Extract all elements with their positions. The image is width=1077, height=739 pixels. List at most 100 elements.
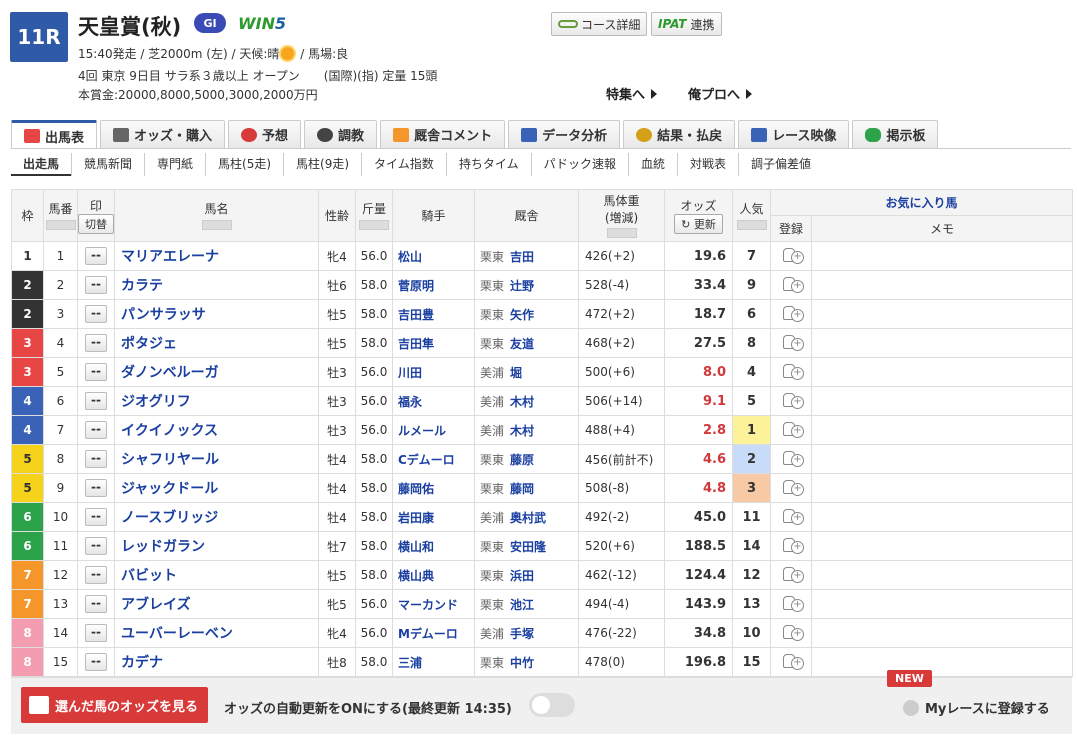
sort-icon[interactable] bbox=[45, 219, 76, 230]
trainer-link[interactable]: 中竹 bbox=[510, 656, 534, 670]
add-favorite-icon[interactable] bbox=[781, 565, 804, 583]
mark-select[interactable]: -- bbox=[85, 450, 107, 468]
col-umaban[interactable]: 馬番 bbox=[43, 189, 78, 242]
add-favorite-icon[interactable] bbox=[781, 594, 804, 612]
trainer-link[interactable]: 安田隆 bbox=[510, 540, 546, 554]
jockey-link[interactable]: 三浦 bbox=[392, 647, 475, 677]
trainer-link[interactable]: 木村 bbox=[510, 395, 534, 409]
sort-icon[interactable] bbox=[201, 219, 232, 230]
mark-select[interactable]: -- bbox=[85, 537, 107, 555]
memo-cell[interactable] bbox=[810, 589, 1074, 619]
jockey-link[interactable]: 松山 bbox=[392, 241, 475, 271]
col-popularity[interactable]: 人気 bbox=[732, 189, 771, 242]
memo-cell[interactable] bbox=[810, 357, 1074, 387]
jockey-link[interactable]: 福永 bbox=[392, 386, 475, 416]
trainer-link[interactable]: 友道 bbox=[510, 337, 534, 351]
mark-select[interactable]: -- bbox=[85, 392, 107, 410]
horse-name-link[interactable]: カラテ bbox=[114, 270, 319, 300]
horse-name-link[interactable]: ジャックドール bbox=[114, 473, 319, 503]
horse-name-link[interactable]: ポタジェ bbox=[114, 328, 319, 358]
subtab-past9[interactable]: 馬柱(9走) bbox=[283, 153, 361, 176]
jockey-link[interactable]: 吉田豊 bbox=[392, 299, 475, 329]
jockey-link[interactable]: 藤岡佑 bbox=[392, 473, 475, 503]
memo-cell[interactable] bbox=[810, 502, 1074, 532]
mark-select[interactable]: -- bbox=[85, 479, 107, 497]
tab-chokyo[interactable]: 調教 bbox=[304, 120, 378, 148]
mypro-link[interactable]: 俺プロへ bbox=[688, 84, 752, 103]
mark-select[interactable]: -- bbox=[85, 305, 107, 323]
memo-cell[interactable] bbox=[810, 386, 1074, 416]
subtab-time-index[interactable]: タイム指数 bbox=[361, 153, 446, 176]
subtab-horses[interactable]: 出走馬 bbox=[11, 153, 72, 176]
mark-select[interactable]: -- bbox=[85, 276, 107, 294]
horse-name-link[interactable]: ジオグリフ bbox=[114, 386, 319, 416]
horse-name-link[interactable]: パンサラッサ bbox=[114, 299, 319, 329]
tab-odds[interactable]: オッズ・購入 bbox=[100, 120, 226, 148]
mark-select[interactable]: -- bbox=[85, 334, 107, 352]
tab-yoso[interactable]: 予想 bbox=[228, 120, 302, 148]
add-favorite-icon[interactable] bbox=[781, 246, 804, 264]
add-favorite-icon[interactable] bbox=[781, 362, 804, 380]
trainer-link[interactable]: 藤原 bbox=[510, 453, 534, 467]
memo-cell[interactable] bbox=[810, 647, 1074, 677]
jockey-link[interactable]: Cデムーロ bbox=[392, 444, 475, 474]
horse-name-link[interactable]: レッドガラン bbox=[114, 531, 319, 561]
course-detail-button[interactable]: コース詳細 bbox=[551, 12, 648, 36]
subtab-paddock[interactable]: パドック速報 bbox=[530, 153, 628, 176]
mark-select[interactable]: -- bbox=[85, 363, 107, 381]
jockey-link[interactable]: 吉田隼 bbox=[392, 328, 475, 358]
horse-name-link[interactable]: ユーバーレーベン bbox=[114, 618, 319, 648]
memo-cell[interactable] bbox=[810, 618, 1074, 648]
trainer-link[interactable]: 藤岡 bbox=[510, 482, 534, 496]
add-favorite-icon[interactable] bbox=[781, 304, 804, 322]
mark-select[interactable]: -- bbox=[85, 566, 107, 584]
jockey-link[interactable]: 川田 bbox=[392, 357, 475, 387]
subtab-past5[interactable]: 馬柱(5走) bbox=[205, 153, 283, 176]
col-horse[interactable]: 馬名 bbox=[114, 189, 319, 242]
col-body-weight[interactable]: 馬体重 (増減) bbox=[578, 189, 665, 242]
col-kinryo[interactable]: 斤量 bbox=[355, 189, 393, 242]
trainer-link[interactable]: 矢作 bbox=[510, 308, 534, 322]
tab-board[interactable]: 掲示板 bbox=[852, 120, 939, 148]
trainer-link[interactable]: 浜田 bbox=[510, 569, 534, 583]
add-favorite-icon[interactable] bbox=[781, 507, 804, 525]
subtab-pedigree[interactable]: 血統 bbox=[627, 153, 677, 176]
mark-select[interactable]: -- bbox=[85, 421, 107, 439]
add-favorite-icon[interactable] bbox=[781, 478, 804, 496]
jockey-link[interactable]: Mデムーロ bbox=[392, 618, 475, 648]
memo-cell[interactable] bbox=[810, 473, 1074, 503]
sort-icon[interactable] bbox=[606, 228, 637, 238]
subtab-specialist[interactable]: 専門紙 bbox=[144, 153, 205, 176]
trainer-link[interactable]: 辻野 bbox=[510, 279, 534, 293]
trainer-link[interactable]: 奥村武 bbox=[510, 511, 546, 525]
add-favorite-icon[interactable] bbox=[781, 652, 804, 670]
jockey-link[interactable]: 岩田康 bbox=[392, 502, 475, 532]
my-race-register-button[interactable]: Myレースに登録する bbox=[903, 698, 1050, 717]
memo-cell[interactable] bbox=[810, 560, 1074, 590]
memo-cell[interactable] bbox=[810, 444, 1074, 474]
horse-name-link[interactable]: イクイノックス bbox=[114, 415, 319, 445]
subtab-condition[interactable]: 調子偏差値 bbox=[737, 153, 823, 176]
horse-name-link[interactable]: カデナ bbox=[114, 647, 319, 677]
add-favorite-icon[interactable] bbox=[781, 449, 804, 467]
mark-select[interactable]: -- bbox=[85, 508, 107, 526]
subtab-newspaper[interactable]: 競馬新聞 bbox=[71, 153, 144, 176]
jockey-link[interactable]: 横山典 bbox=[392, 560, 475, 590]
tab-video[interactable]: レース映像 bbox=[738, 120, 850, 148]
trainer-link[interactable]: 吉田 bbox=[510, 250, 534, 264]
memo-cell[interactable] bbox=[810, 241, 1074, 271]
horse-name-link[interactable]: シャフリヤール bbox=[114, 444, 319, 474]
ipat-link-button[interactable]: IPAT 連携 bbox=[651, 12, 722, 36]
jockey-link[interactable]: 横山和 bbox=[392, 531, 475, 561]
memo-cell[interactable] bbox=[810, 328, 1074, 358]
sort-icon[interactable] bbox=[359, 219, 389, 230]
horse-name-link[interactable]: ノースブリッジ bbox=[114, 502, 319, 532]
memo-cell[interactable] bbox=[810, 531, 1074, 561]
mark-select[interactable]: -- bbox=[85, 653, 107, 671]
trainer-link[interactable]: 池江 bbox=[510, 598, 534, 612]
memo-cell[interactable] bbox=[810, 415, 1074, 445]
add-favorite-icon[interactable] bbox=[781, 333, 804, 351]
trainer-link[interactable]: 堀 bbox=[510, 366, 522, 380]
tab-comment[interactable]: 厩舎コメント bbox=[380, 120, 506, 148]
horse-name-link[interactable]: アブレイズ bbox=[114, 589, 319, 619]
